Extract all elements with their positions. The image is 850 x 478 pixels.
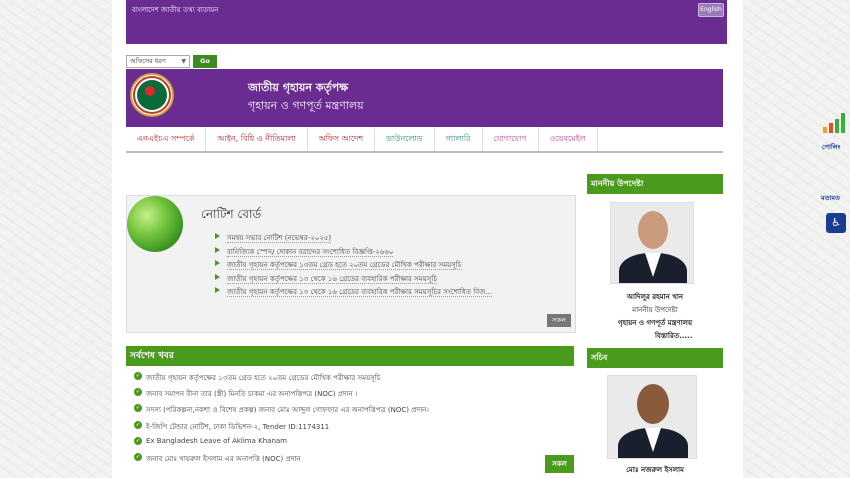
globe-icon [127,196,183,252]
notice-list: সমন্বয় সভার নোটিশ (নভেম্বর-২০২৫) বানিজ্… [215,232,493,300]
secretary-photo[interactable] [607,375,697,459]
notice-item[interactable]: জাতীয় গৃহায়ন কর্তৃপক্ষের ১৩তম গ্রেড হত… [215,259,492,273]
nav-item-office-orders[interactable]: অফিস আদেশ [308,127,376,151]
notice-item[interactable]: বানিজ্যিক স্পেস/ দোকান বরাদ্দের সংশোধিত … [215,246,492,260]
notice-item[interactable]: জাতীয় গৃহায়ন কর্তৃপক্ষের ১৩ থেকে ১৬ গ্… [215,273,492,287]
notice-all-button[interactable]: সকল [547,314,571,327]
triangle-bullet-icon [215,233,220,239]
government-seal-logo[interactable] [130,73,174,117]
latest-news-heading: সর্বশেষ খবর [126,346,574,366]
check-circle-icon: ✓ [134,436,142,445]
notice-board-title: নোটিশ বোর্ড [201,207,262,221]
news-item[interactable]: ✓ Ex Bangladesh Leave of Aklima Khanam [134,436,544,453]
advisor-ministry: গৃহায়ন ও গণপূর্ত মন্ত্রণালয় [617,319,693,327]
nav-item-about[interactable]: এনএইচএ সম্পর্কে [126,127,207,151]
nav-item-download[interactable]: ডাউনলোড [375,127,435,151]
nav-item-contact[interactable]: যোগাযোগ [483,127,539,151]
triangle-bullet-icon [215,287,220,293]
news-list: ✓ জাতীয় গৃহায়ন কর্তৃপক্ষের ১৩তম গ্রেড হ… [134,372,544,469]
nav-item-gallery[interactable]: গ্যালারি [435,127,483,151]
advisor-role: মাননীয় উপদেষ্টা [632,306,678,314]
secretary-heading: সচিব [587,348,723,368]
triangle-bullet-icon [215,273,220,280]
check-circle-icon: ✓ [134,420,142,429]
background-decoration-right [725,0,850,478]
news-item[interactable]: ✓ সদস্য (পরিকল্পনা,নকশা ও বিশেষ প্রকল্প) … [134,404,544,420]
ministry-subtitle: গৃহায়ন ও গণপূর্ত মন্ত্রণালয় [248,99,364,112]
advisor-heading: মাননীয় উপদেষ্টা [587,174,723,194]
nav-item-laws[interactable]: আইন, বিধি ও নীতিমালা [206,127,308,151]
top-bar: বাংলাদেশ জাতীয় তথ্য বাতায়ন English [126,0,727,44]
main-nav: এনএইচএ সম্পর্কে আইন, বিধি ও নীতিমালা অফি… [126,127,723,153]
triangle-bullet-icon [215,260,220,266]
go-button[interactable]: Go [193,55,217,68]
language-toggle-button[interactable]: English [698,3,724,17]
notice-item[interactable]: সমন্বয় সভার নোটিশ (নভেম্বর-২০২৫) [215,232,492,246]
poll-label[interactable]: পোলিং [822,142,840,153]
news-item[interactable]: ✓ ই-জিপি টেন্ডার নোটিশ, ঢাকা ডিভিশন-২, Te… [134,420,544,437]
site-banner: জাতীয় গৃহায়ন কর্তৃপক্ষ গৃহায়ন ও গণপূর… [126,69,723,127]
accessibility-icon[interactable]: ♿ [826,213,846,233]
poll-icon[interactable] [823,113,845,133]
organization-title: জাতীয় গৃহায়ন কর্তৃপক্ষ [248,81,349,94]
office-type-select[interactable]: অফিসের ধরণ ▼ [126,55,190,68]
secretary-name: মোঃ নজরুল ইসলাম [626,466,684,474]
notice-board: নোটিশ বোর্ড সমন্বয় সভার নোটিশ (নভেম্বর-… [126,195,576,333]
check-circle-icon: ✓ [134,372,142,380]
chevron-down-icon: ▼ [181,58,186,65]
advisor-photo[interactable] [610,202,694,284]
details-link[interactable]: বিস্তারিত..... [655,330,692,342]
background-decoration-left [0,0,130,478]
check-circle-icon: ✓ [134,404,142,413]
news-item[interactable]: ✓ জাতীয় গৃহায়ন কর্তৃপক্ষের ১৩তম গ্রেড হ… [134,372,544,388]
office-type-select-value: অফিসের ধরণ [130,57,166,65]
check-circle-icon: ✓ [134,388,142,397]
check-circle-icon: ✓ [134,452,142,461]
advisor-name: আদিলুর রহমান খান [626,293,684,301]
portal-name[interactable]: বাংলাদেশ জাতীয় তথ্য বাতায়ন [132,4,219,16]
notice-item[interactable]: জাতীয় গৃহায়ন কর্তৃপক্ষের ১৩ থেকে ১৬ গ্… [215,286,493,300]
news-item[interactable]: ✓ জনাব সমাপন বীনা তার (স্ত্রী) মিনতি চাকম… [134,388,544,404]
news-all-button[interactable]: সকল [545,455,574,473]
opinion-label[interactable]: মতামত [821,193,840,204]
news-item[interactable]: ✓ জনাব মোঃ খায়রুল ইসলাম এর অনাপত্তি (NOC… [134,452,544,469]
nav-item-webmail[interactable]: ওয়েবমেইল [539,127,598,151]
triangle-bullet-icon [215,246,220,253]
